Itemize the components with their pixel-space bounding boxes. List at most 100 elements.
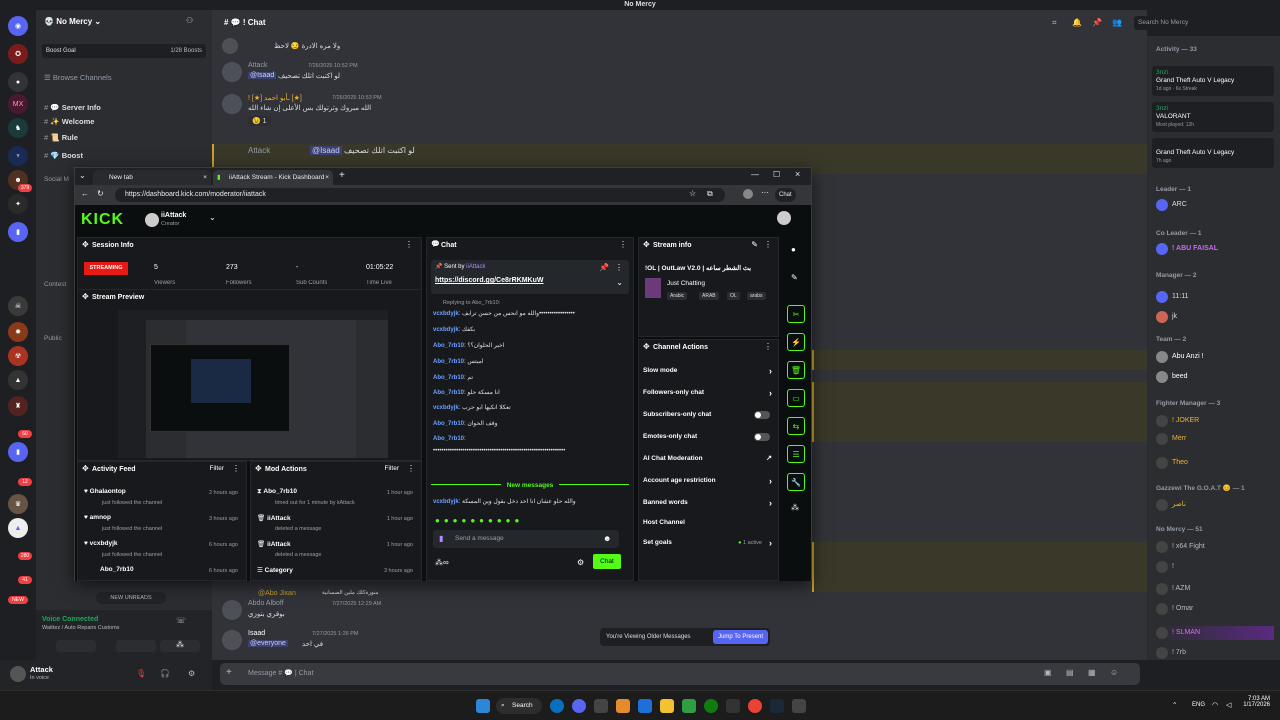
message-author[interactable]: @Abo Jixan [258,590,296,597]
drag-handle-icon[interactable]: ✥ [82,464,89,473]
channel-boost[interactable]: # 💎 Boost [44,150,204,162]
menu-dots-icon[interactable]: ⋮ [764,342,772,351]
activity-card[interactable]: Grand Theft Auto V Legacy 7h ago [1152,138,1274,168]
server-icon[interactable]: ♜ [8,396,28,416]
language-indicator[interactable]: ENG [1192,702,1205,708]
info-icon[interactable]: ● [791,245,796,254]
send-chat-button[interactable]: Chat [593,554,621,569]
emote-row[interactable]: ●●●●●●●●●● [435,516,523,525]
gift-icon[interactable]: ▣ [1044,668,1052,677]
menu-dots-icon[interactable]: ⋮ [615,263,623,272]
mute-icon[interactable]: 🎙 [136,669,146,678]
member-item[interactable]: ! AZM [1156,582,1274,596]
wifi-icon[interactable]: ◠ [1212,701,1218,709]
chat-username[interactable]: vcxbdyjk [433,311,459,317]
kick-logo[interactable]: KICK [81,211,124,229]
stream-preview-video[interactable] [118,310,388,458]
jump-to-present-button[interactable]: Jump To Present [713,630,768,644]
folder-icon[interactable]: ▮ [8,442,28,462]
settings-gear-icon[interactable]: ⚙ [188,669,195,678]
chat-settings-gear-icon[interactable]: ⚙ [577,558,584,567]
server-icon[interactable]: ▲ [8,518,28,538]
minimize-icon[interactable]: — [751,170,759,179]
member-item[interactable]: ! Omar [1156,602,1274,616]
sticker-icon[interactable]: ▦ [1088,668,1096,677]
copilot-chat-button[interactable]: Chat [775,188,796,202]
gif-icon[interactable]: ▤ [1066,668,1074,677]
toggle-switch[interactable] [754,433,770,441]
close-icon[interactable]: × [203,170,207,185]
clock[interactable]: 7:03 AM 1/17/2026 [1240,696,1270,708]
app-icon[interactable] [616,699,630,713]
mention[interactable]: @Isaad [310,146,342,155]
profile-avatar[interactable] [743,189,753,199]
chat-username[interactable]: Abo_7rb10 [433,436,464,442]
drag-handle-icon[interactable]: ✥ [643,342,650,351]
pinned-link[interactable]: https://discord.gg/Ce8rRKMKuW [435,277,544,284]
member-item[interactable]: beed [1156,370,1274,384]
close-window-icon[interactable]: × [795,169,800,179]
server-icon[interactable]: ♞ [8,118,28,138]
taskbar-search[interactable]: ⌕ Search [496,698,542,714]
chat-username[interactable]: Abo_7rb10 [433,359,464,365]
add-friend-icon[interactable]: ⚇ [186,16,193,25]
server-icon[interactable]: ☢ [8,346,28,366]
server-icon[interactable]: ▲ [8,370,28,390]
unpin-icon[interactable]: 📌 [599,263,609,272]
set-goals-action[interactable]: Set goals ● 1 active › [643,532,774,554]
back-arrow-icon[interactable]: ← [81,189,89,198]
pin-icon[interactable]: 📌 [1092,18,1102,27]
message-author[interactable]: Isaad [248,630,265,637]
menu-dots-icon[interactable]: ⋮ [619,240,627,249]
file-explorer-icon[interactable] [660,699,674,713]
video-button[interactable] [56,640,96,652]
reaction-button[interactable]: 😉 1 [248,116,271,126]
xbox-icon[interactable] [704,699,718,713]
message-author[interactable]: ! [★] ـأبو احمد [★] [248,94,302,102]
member-item[interactable]: ! JOKER [1156,414,1274,428]
menu-dots-icon[interactable]: ⋮ [405,240,413,249]
folder-icon[interactable]: ▮ [8,222,28,242]
drag-handle-icon[interactable]: ✥ [82,240,89,249]
message-author[interactable]: Abdo Alboff [248,600,284,607]
member-item[interactable]: jk [1156,310,1274,324]
server-icon[interactable]: ☠ [8,296,28,316]
chat-username[interactable]: vcxbdyjk [433,405,459,411]
channel-server-info[interactable]: # 💬 Server Info [44,102,204,114]
toggle-switch[interactable] [754,411,770,419]
member-item[interactable]: ناصر [1156,498,1274,512]
chat-username[interactable]: Abo_7rb10 [433,343,464,349]
server-name[interactable]: 💀 No Mercy ⌄ [44,14,194,30]
menu-dots-icon[interactable]: ⋮ [232,464,240,473]
member-item[interactable]: ARC [1156,198,1274,212]
chrome-icon[interactable] [748,699,762,713]
extensions-icon[interactable]: ⧉ [707,189,713,199]
host-channel-action[interactable]: Host Channel [643,512,774,534]
server-icon[interactable]: ♛ [8,494,28,514]
disconnect-icon[interactable]: ☏ [176,616,186,625]
windows-start-icon[interactable] [476,699,490,713]
flash-icon[interactable]: ⚡ [787,333,805,351]
raid-icon[interactable]: ⇆ [787,417,805,435]
user-avatar[interactable] [777,211,791,225]
app-icon[interactable] [594,699,608,713]
member-item[interactable]: Theo [1156,456,1274,470]
new-unreads-pill[interactable]: NEW UNREADS [96,592,166,604]
discord-home-icon[interactable]: ◉ [8,16,28,36]
followers-only-action[interactable]: Followers-only chat › [643,382,774,404]
discord-icon[interactable] [572,699,586,713]
tab-search-icon[interactable]: ⌄ [79,171,86,180]
menu-dots-icon[interactable]: ⋮ [407,464,415,473]
server-icon[interactable]: ♆ [8,146,28,166]
chat-username[interactable]: Abo_7rb10 [433,421,464,427]
message-input[interactable]: Message # 💬 | Chat [248,669,313,677]
menu-dots-icon[interactable]: ⋮ [764,240,772,249]
screen-share-button[interactable] [116,640,156,652]
emotes-only-action[interactable]: Emotes-only chat [643,426,774,448]
voice-channel[interactable]: Waittez / Auto Repairs Customs [42,625,119,631]
user-badge-icon[interactable]: ▮ [439,534,443,543]
clip-icon[interactable]: ✂ [787,305,805,323]
send-message-input[interactable]: Send a message [433,530,619,548]
slow-mode-action[interactable]: Slow mode › [643,360,774,382]
menu-dots-icon[interactable]: ⋯ [761,188,769,197]
